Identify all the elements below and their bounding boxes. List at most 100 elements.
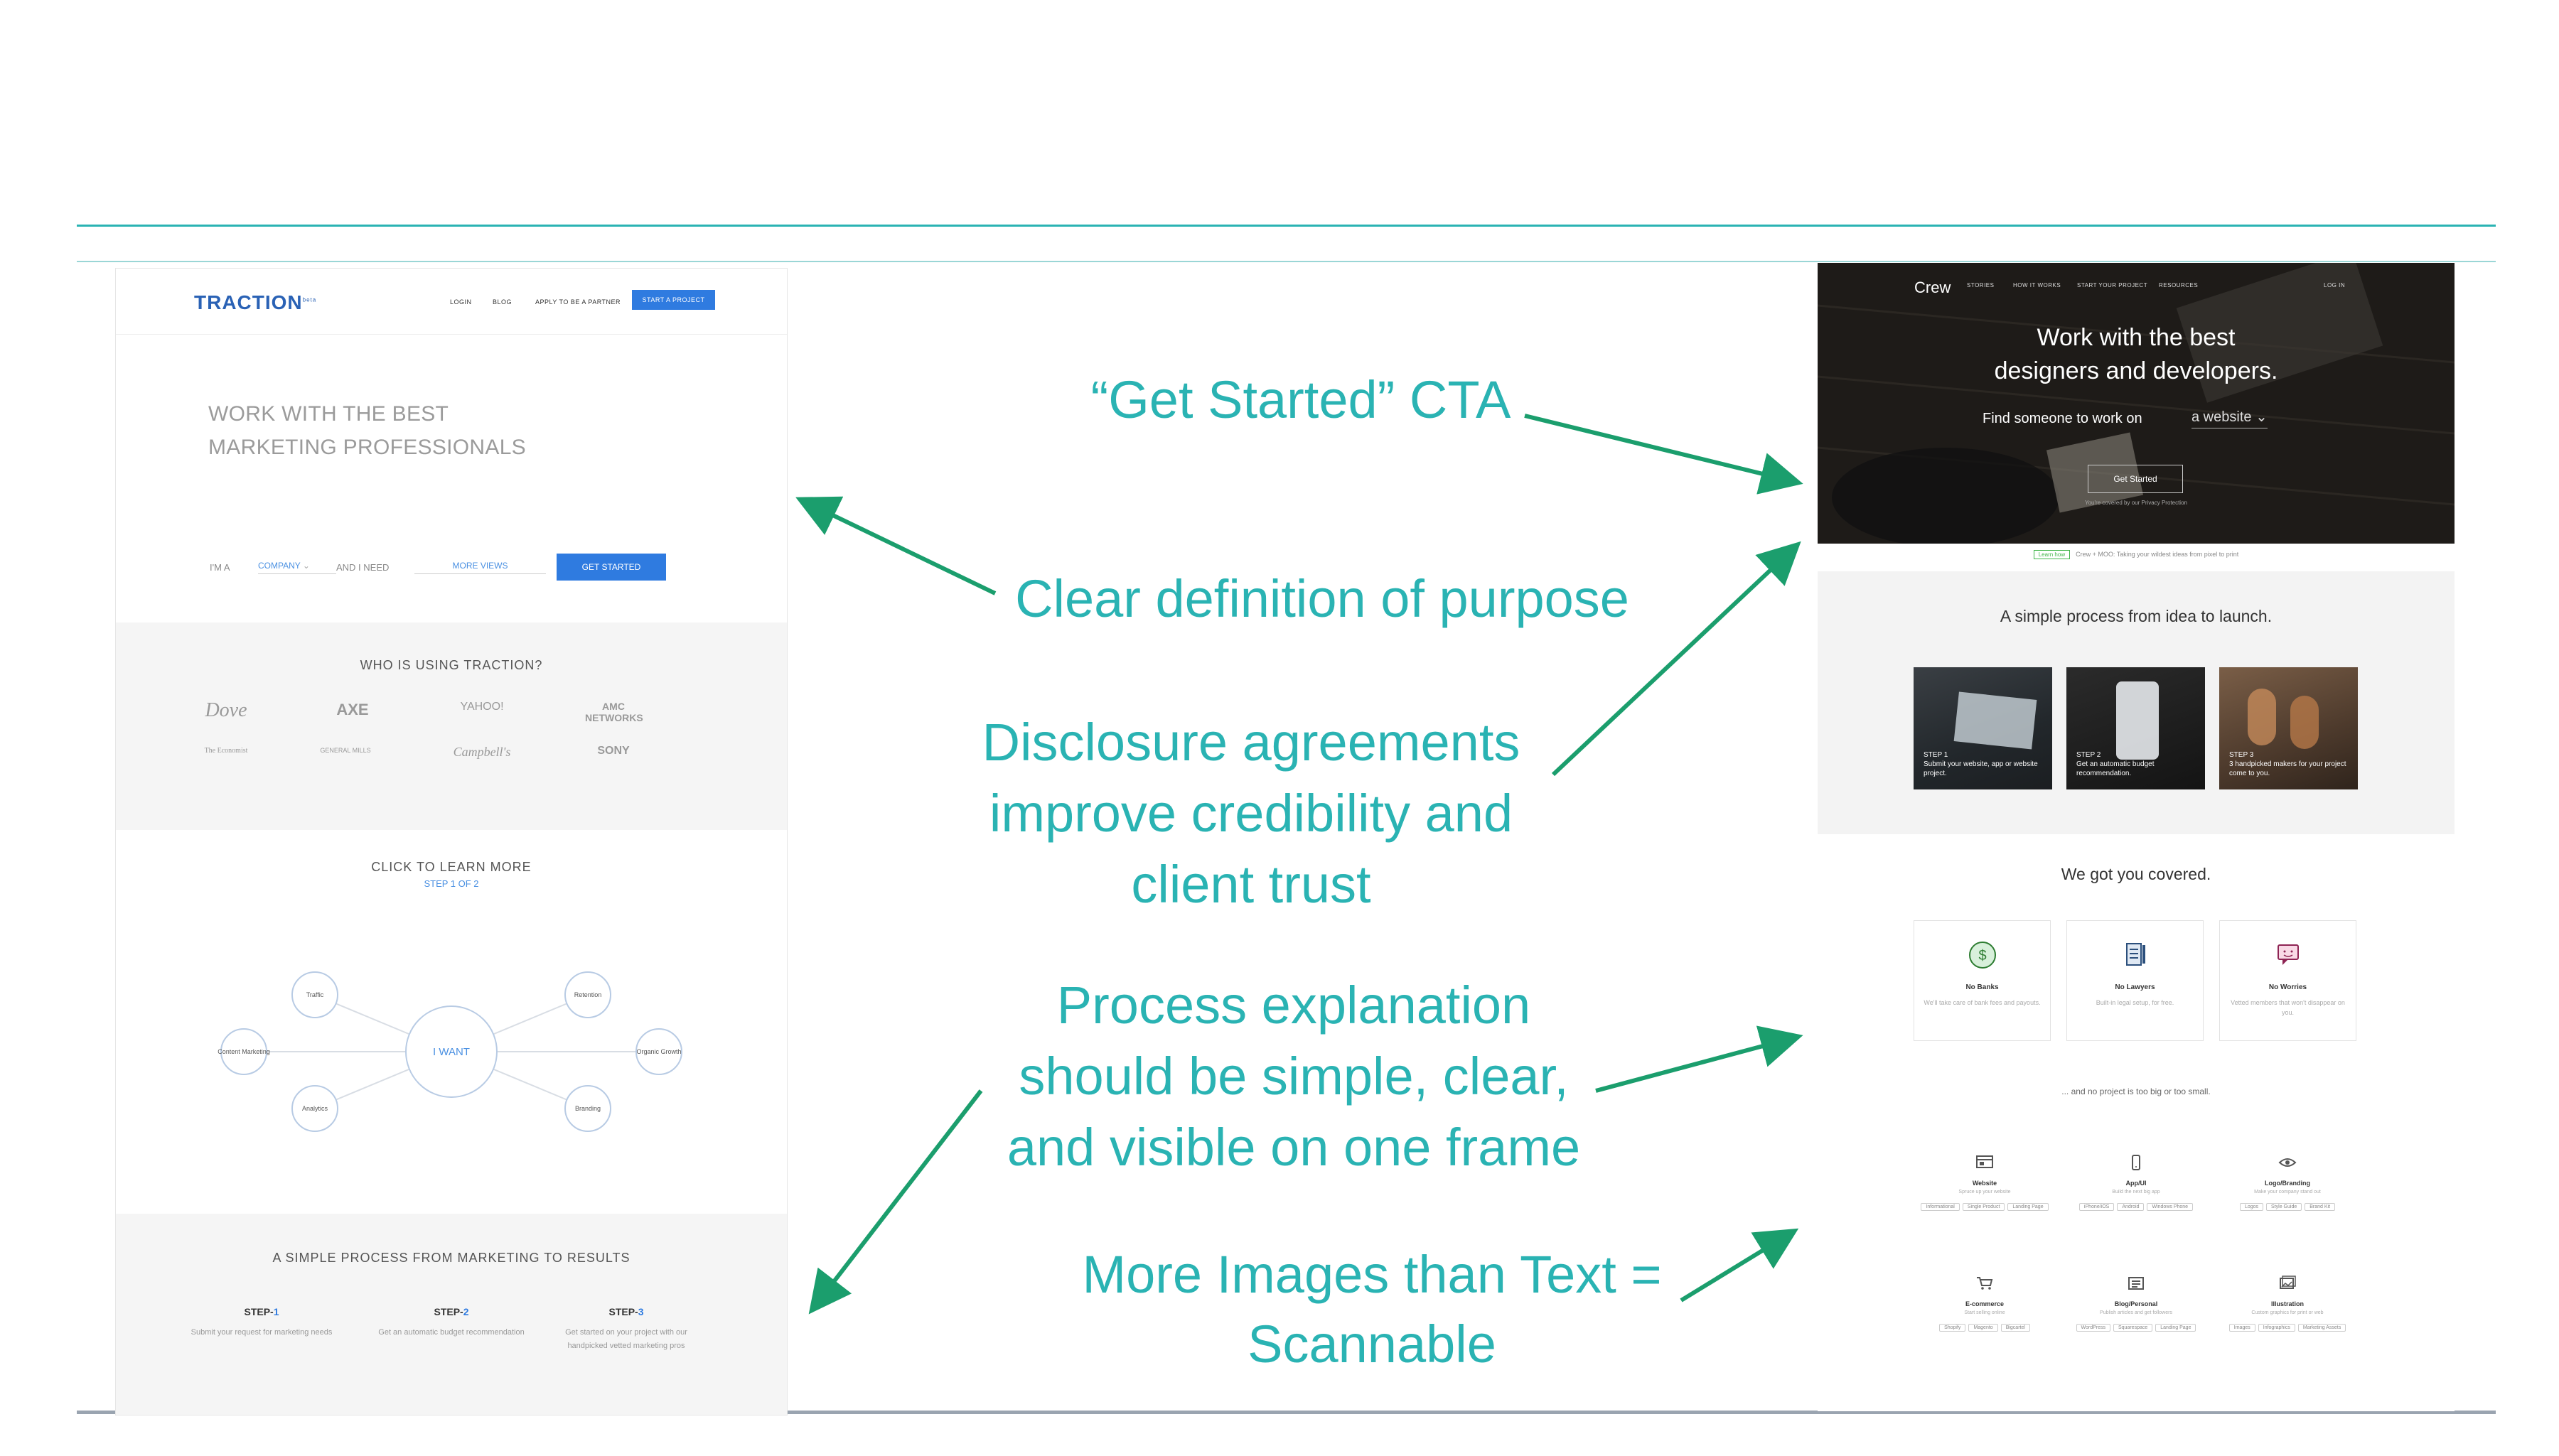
arrow-purpose bbox=[795, 496, 997, 595]
arrow-disclosure bbox=[1551, 541, 1801, 777]
chip[interactable]: Brand Kit bbox=[2305, 1203, 2336, 1211]
crew-card-no-banks: $ No Banks We'll take care of bank fees … bbox=[1914, 920, 2051, 1041]
crew-project-select[interactable]: a website ⌄ bbox=[2191, 408, 2268, 428]
chip[interactable]: Squarespace bbox=[2113, 1324, 2153, 1332]
crew-card-title-3: No Worries bbox=[2268, 983, 2307, 991]
crew-type-chips-5: WordPress Squarespace Landing Page bbox=[2069, 1320, 2204, 1333]
crew-type-branding[interactable]: Logo/Branding Make your company stand ou… bbox=[2220, 1155, 2355, 1212]
crew-hero-title-line1: Work with the best bbox=[2037, 324, 2236, 351]
chip[interactable]: Infographics bbox=[2258, 1324, 2295, 1332]
chat-icon bbox=[2278, 944, 2299, 965]
chip[interactable]: WordPress bbox=[2076, 1324, 2110, 1332]
crew-type-app[interactable]: App/UI Build the next big app iPhone/iOS… bbox=[2069, 1155, 2204, 1212]
chip[interactable]: Style Guide bbox=[2266, 1203, 2302, 1211]
crew-type-title-4: E-commerce bbox=[1965, 1300, 2005, 1307]
website-icon bbox=[1976, 1155, 1993, 1168]
chevron-down-icon: ⌄ bbox=[2255, 409, 2268, 425]
blog-icon bbox=[2128, 1277, 2144, 1290]
crew-type-chips-2: iPhone/iOS Android Windows Phone bbox=[2069, 1199, 2204, 1212]
crew-step-photo-1[interactable]: STEP 1 Submit your website, app or websit… bbox=[1914, 667, 2052, 789]
eye-icon bbox=[2278, 1158, 2297, 1167]
crew-process-section: A simple process from idea to launch. ST… bbox=[1818, 571, 2455, 834]
crew-step-text-3: 3 handpicked makers for your project com… bbox=[2229, 760, 2346, 777]
crew-nav-stories[interactable]: STORIES bbox=[1967, 282, 1994, 288]
crew-type-illustration[interactable]: Illustration Custom graphics for print o… bbox=[2220, 1276, 2355, 1333]
crew-nav-login[interactable]: LOG IN bbox=[2324, 282, 2345, 288]
picture-icon bbox=[2280, 1276, 2296, 1289]
chip[interactable]: Logos bbox=[2239, 1203, 2264, 1211]
crew-type-desc-2: Build the next big app bbox=[2112, 1190, 2160, 1195]
crew-step-label-2: STEP 2 bbox=[2076, 751, 2101, 759]
chip[interactable]: Single Product bbox=[1962, 1203, 2005, 1211]
crew-type-blog[interactable]: Blog/Personal Publish articles and get f… bbox=[2069, 1276, 2204, 1333]
crew-type-chips-6: Images Infographics Marketing Assets bbox=[2220, 1320, 2355, 1333]
crew-type-website[interactable]: Website Spruce up your website Informati… bbox=[1917, 1155, 2052, 1212]
chip[interactable]: Bigcartel bbox=[2000, 1324, 2030, 1332]
document-icon bbox=[2126, 943, 2145, 966]
crew-card-title-1: No Banks bbox=[1965, 983, 1999, 991]
svg-text:$: $ bbox=[1978, 948, 1986, 964]
crew-hero-title-line2: designers and developers. bbox=[1994, 357, 2278, 384]
crew-logo[interactable]: Crew bbox=[1914, 279, 1951, 297]
crew-step-caption-2: STEP 2 Get an automatic budget recommenda… bbox=[2076, 750, 2197, 778]
crew-card-desc-3: Vetted members that won't disappear on y… bbox=[2231, 999, 2345, 1016]
chip[interactable]: Landing Page bbox=[2007, 1203, 2049, 1211]
arrow-images bbox=[1680, 1228, 1799, 1303]
crew-type-title-2: App/UI bbox=[2125, 1180, 2147, 1187]
chip[interactable]: Android bbox=[2117, 1203, 2145, 1211]
arrow-process-right bbox=[1595, 1025, 1803, 1093]
crew-promo-badge[interactable]: Learn how bbox=[2033, 550, 2071, 559]
crew-card-no-lawyers: No Lawyers Built-in legal setup, for fre… bbox=[2066, 920, 2204, 1041]
chip[interactable]: Marketing Assets bbox=[2297, 1324, 2346, 1332]
chip[interactable]: Windows Phone bbox=[2147, 1203, 2194, 1211]
crew-type-chips-4: Shopify Magento Bigcartel bbox=[1917, 1320, 2052, 1333]
crew-hero-note: You're covered by our Privacy Protection bbox=[2085, 500, 2187, 506]
chip[interactable]: Images bbox=[2228, 1324, 2255, 1332]
crew-card-no-worries: No Worries Vetted members that won't dis… bbox=[2219, 920, 2356, 1041]
crew-type-desc-5: Publish articles and get followers bbox=[2100, 1310, 2172, 1315]
crew-hero-title: Work with the best designers and develop… bbox=[1818, 321, 2455, 388]
crew-step-label-3: STEP 3 bbox=[2229, 751, 2254, 759]
people-image-2 bbox=[2290, 696, 2319, 749]
arrow-cta bbox=[1524, 414, 1803, 495]
crew-type-desc-4: Start selling online bbox=[1964, 1310, 2005, 1315]
crew-promo-text: Crew + MOO: Taking your wildest ideas fr… bbox=[2076, 551, 2239, 558]
phone-image bbox=[2116, 681, 2159, 760]
crew-step-photo-2[interactable]: STEP 2 Get an automatic budget recommenda… bbox=[2066, 667, 2205, 789]
crew-type-desc-6: Custom graphics for print or web bbox=[2251, 1310, 2324, 1315]
cart-icon bbox=[1977, 1277, 1993, 1290]
crew-type-ecommerce[interactable]: E-commerce Start selling online Shopify M… bbox=[1917, 1276, 2052, 1333]
crew-get-started-button[interactable]: Get Started bbox=[2088, 465, 2183, 493]
crew-nav-start-project[interactable]: START YOUR PROJECT bbox=[2077, 282, 2147, 288]
crew-step-photo-3[interactable]: STEP 33 handpicked makers for your proje… bbox=[2219, 667, 2358, 789]
crew-process-title: A simple process from idea to launch. bbox=[2000, 607, 2273, 625]
crew-type-desc-3: Make your company stand out bbox=[2254, 1190, 2321, 1195]
crew-type-title-3: Logo/Branding bbox=[2265, 1180, 2310, 1187]
chip[interactable]: Informational bbox=[1921, 1203, 1960, 1211]
chip[interactable]: Landing Page bbox=[2155, 1324, 2196, 1332]
chip[interactable]: iPhone/iOS bbox=[2078, 1203, 2115, 1211]
crew-type-title-1: Website bbox=[1972, 1180, 1997, 1187]
chip[interactable]: Shopify bbox=[1939, 1324, 1966, 1332]
crew-find-label: Find someone to work on bbox=[1983, 411, 2142, 426]
arrow-process-left bbox=[808, 1089, 983, 1315]
crew-nav-resources[interactable]: RESOURCES bbox=[2159, 282, 2198, 288]
crew-promo-strip: Learn how Crew + MOO: Taking your wildest… bbox=[1818, 550, 2455, 559]
crew-type-title-5: Blog/Personal bbox=[2114, 1300, 2158, 1307]
crew-type-title-6: Illustration bbox=[2270, 1300, 2304, 1307]
crew-step-text-2: Get an automatic budget recommendation. bbox=[2076, 760, 2155, 777]
chip[interactable]: Magento bbox=[1968, 1324, 1998, 1332]
crew-card-title-2: No Lawyers bbox=[2115, 983, 2155, 991]
phone-icon bbox=[2132, 1155, 2140, 1170]
crew-card-desc-2: Built-in legal setup, for free. bbox=[2096, 999, 2174, 1006]
crew-step-caption-1: STEP 1 Submit your website, app or websit… bbox=[1924, 750, 2044, 778]
dollar-icon: $ bbox=[1969, 942, 1996, 969]
crew-tagline: ... and no project is too big or too sma… bbox=[2061, 1086, 2211, 1096]
crew-type-chips-1: Informational Single Product Landing Page bbox=[1917, 1199, 2052, 1212]
crew-covered-title: We got you covered. bbox=[2061, 865, 2211, 883]
crew-step-caption-3: STEP 33 handpicked makers for your proje… bbox=[2229, 750, 2350, 778]
crew-nav-how-it-works[interactable]: HOW IT WORKS bbox=[2013, 282, 2061, 288]
crew-hero: Crew STORIES HOW IT WORKS START YOUR PRO… bbox=[1818, 263, 2455, 544]
crew-step-text-1: Submit your website, app or website proj… bbox=[1924, 760, 2038, 777]
crew-step-label-1: STEP 1 bbox=[1924, 751, 1948, 759]
